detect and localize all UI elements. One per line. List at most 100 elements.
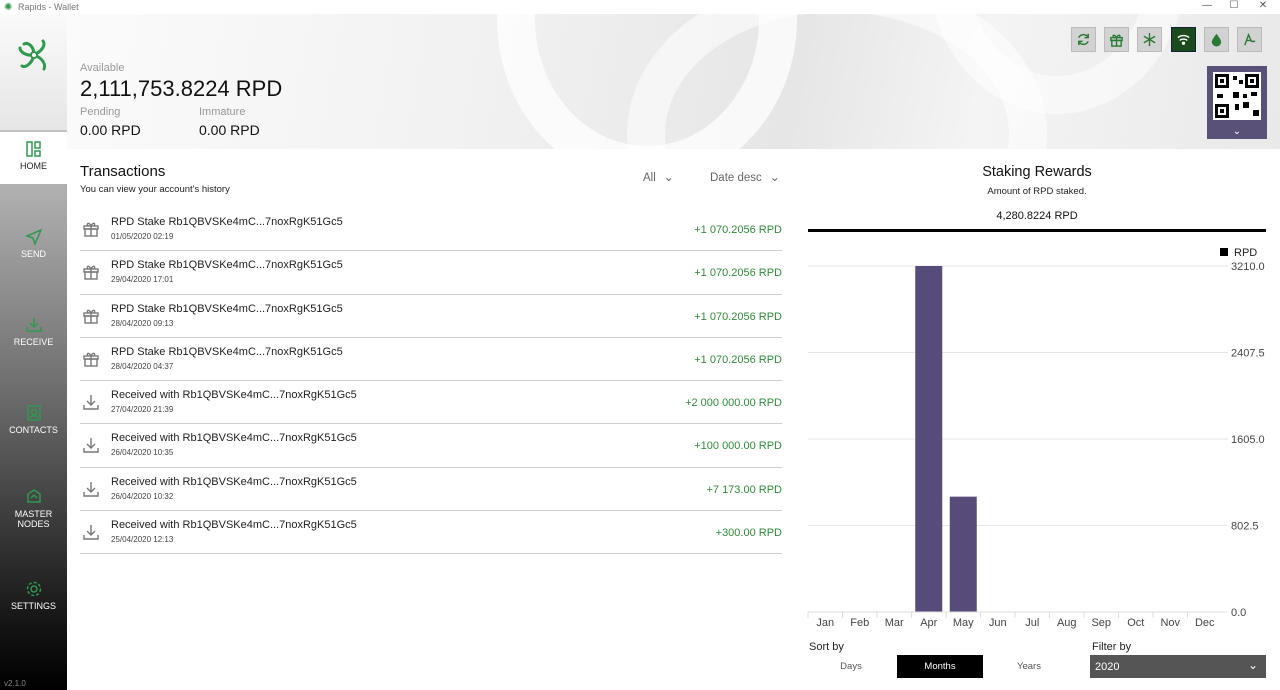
minimize-button[interactable]: — [1196, 0, 1218, 11]
sync-button[interactable] [1071, 27, 1096, 52]
transactions-subtitle: You can view your account's history [80, 184, 230, 195]
chevron-down-icon: ⌄ [1232, 126, 1242, 137]
y-tick-label: 1605.0 [1231, 434, 1265, 446]
sidebar-item-label: RECEIVE [13, 337, 54, 347]
sort-filter-dropdown[interactable]: Date desc ⌄ [710, 170, 780, 184]
divider [808, 229, 1266, 232]
x-tick-label: Oct [1127, 617, 1144, 629]
transaction-row[interactable]: RPD Stake Rb1QBVSKe4mC...7noxRgK51Gc5 28/… [80, 295, 782, 338]
staking-subtitle: Amount of RPD staked. [987, 186, 1087, 197]
settings-icon [26, 581, 41, 597]
pending-label: Pending [80, 106, 121, 118]
y-tick-label: 2407.5 [1231, 348, 1265, 360]
receive-icon [25, 318, 42, 332]
transaction-date: 27/04/2020 21:39 [111, 405, 174, 415]
transaction-row[interactable]: Received with Rb1QBVSKe4mC...7noxRgK51Gc… [80, 381, 782, 425]
transaction-date: 28/04/2020 09:13 [111, 318, 174, 328]
x-tick-label: Feb [850, 617, 869, 629]
transaction-name: RPD Stake Rb1QBVSKe4mC...7noxRgK51Gc5 [111, 302, 343, 315]
qr-code-button[interactable]: ⌄ [1207, 66, 1267, 139]
transaction-name: RPD Stake Rb1QBVSKe4mC...7noxRgK51Gc5 [111, 259, 343, 272]
home-icon [25, 141, 41, 157]
transaction-date: 29/04/2020 17:01 [111, 275, 174, 285]
app-logo-icon: ✺ [4, 1, 13, 13]
x-tick-label: Jan [816, 617, 834, 629]
transaction-date: 26/04/2020 10:32 [111, 491, 174, 501]
year-filter-select[interactable]: 2020 ⌄ [1090, 655, 1266, 678]
gift-icon [83, 352, 99, 367]
chevron-down-icon: ⌄ [663, 170, 674, 184]
sort-filter-value: Date desc [710, 172, 762, 184]
transaction-amount: +1 070.2056 RPD [694, 353, 782, 366]
header-panel: Available 2,111,753.8224 RPD Pending 0.0… [67, 14, 1280, 149]
sidebar-item-masternodes[interactable]: MASTER NODES [0, 484, 67, 546]
contacts-icon [26, 405, 41, 421]
transaction-row[interactable]: Received with Rb1QBVSKe4mC...7noxRgK51Gc… [80, 511, 782, 555]
sidebar-item-label: MASTER NODES [14, 509, 53, 529]
sidebar-item-send[interactable]: SEND [0, 224, 67, 276]
bar-may [949, 496, 977, 612]
download-icon [83, 481, 99, 497]
download-icon [83, 438, 99, 454]
snowflake-icon [1143, 32, 1156, 47]
gift-icon [83, 222, 99, 237]
staking-total: 4,280.8224 RPD [996, 210, 1078, 222]
sidebar-item-label: SETTINGS [10, 601, 56, 611]
cold-staking-button[interactable] [1137, 27, 1162, 52]
wifi-icon [1177, 34, 1190, 45]
gift-icon [83, 309, 99, 324]
transactions-list: RPD Stake Rb1QBVSKe4mC...7noxRgK51Gc5 01/… [80, 208, 782, 555]
sync-icon [1078, 33, 1089, 46]
version-label: v2.1.0 [4, 679, 26, 688]
staking-gift-button[interactable] [1104, 27, 1129, 52]
immature-label: Immature [199, 106, 246, 118]
sidebar-item-receive[interactable]: RECEIVE [0, 312, 67, 364]
drop-button[interactable] [1204, 27, 1229, 52]
transaction-row[interactable]: RPD Stake Rb1QBVSKe4mC...7noxRgK51Gc5 28/… [80, 338, 782, 382]
sort-days-button[interactable]: Days [808, 655, 894, 678]
available-balance: 2,111,753.8224 RPD [80, 76, 283, 101]
transaction-name: RPD Stake Rb1QBVSKe4mC...7noxRgK51Gc5 [111, 216, 343, 228]
close-button[interactable]: ✕ [1252, 0, 1274, 11]
transaction-row[interactable]: RPD Stake Rb1QBVSKe4mC...7noxRgK51Gc5 01/… [80, 208, 782, 252]
tor-button[interactable] [1237, 27, 1262, 52]
y-tick-label: 802.5 [1231, 521, 1259, 533]
x-tick-label: Nov [1160, 617, 1180, 629]
transaction-date: 01/05/2020 02:19 [111, 232, 174, 241]
chevron-down-icon: ⌄ [769, 170, 780, 184]
sidebar-item-contacts[interactable]: CONTACTS [0, 400, 67, 452]
sort-years-button[interactable]: Years [986, 655, 1072, 678]
sidebar-item-settings[interactable]: SETTINGS [0, 576, 67, 628]
x-tick-label: Aug [1057, 617, 1077, 629]
type-filter-value: All [643, 172, 656, 184]
sidebar-item-home[interactable]: HOME [0, 132, 67, 184]
sidebar-item-label: SEND [20, 249, 46, 259]
transaction-row[interactable]: RPD Stake Rb1QBVSKe4mC...7noxRgK51Gc5 29/… [80, 251, 782, 295]
maximize-button[interactable]: ☐ [1223, 0, 1245, 11]
transaction-row[interactable]: Received with Rb1QBVSKe4mC...7noxRgK51Gc… [80, 424, 782, 468]
tor-icon [1244, 32, 1256, 46]
transaction-amount: +100 000.00 RPD [694, 440, 782, 453]
sort-months-button[interactable]: Months [897, 655, 983, 678]
transaction-amount: +2 000 000.00 RPD [685, 397, 782, 410]
transaction-name: Received with Rb1QBVSKe4mC...7noxRgK51Gc… [111, 519, 357, 532]
type-filter-dropdown[interactable]: All ⌄ [643, 170, 674, 184]
window-title: Rapids - Wallet [18, 2, 79, 12]
download-icon [83, 395, 99, 410]
gift-icon [1110, 34, 1123, 47]
x-tick-label: Mar [885, 617, 904, 629]
transaction-name: Received with Rb1QBVSKe4mC...7noxRgK51Gc… [111, 432, 357, 445]
available-label: Available [80, 62, 125, 74]
network-status-button[interactable] [1171, 27, 1196, 52]
transaction-row[interactable]: Received with Rb1QBVSKe4mC...7noxRgK51Gc… [80, 468, 782, 512]
send-icon [24, 228, 42, 246]
transaction-date: 26/04/2020 10:35 [111, 448, 174, 458]
staking-title: Staking Rewards [982, 164, 1092, 180]
download-icon [83, 525, 99, 540]
transaction-name: RPD Stake Rb1QBVSKe4mC...7noxRgK51Gc5 [111, 345, 343, 358]
chevron-down-icon: ⌄ [1247, 658, 1258, 672]
x-tick-label: May [953, 617, 974, 629]
y-tick-label: 3210.0 [1231, 261, 1265, 273]
transaction-amount: +300.00 RPD [715, 527, 782, 540]
transaction-date: 28/04/2020 04:37 [111, 361, 174, 371]
